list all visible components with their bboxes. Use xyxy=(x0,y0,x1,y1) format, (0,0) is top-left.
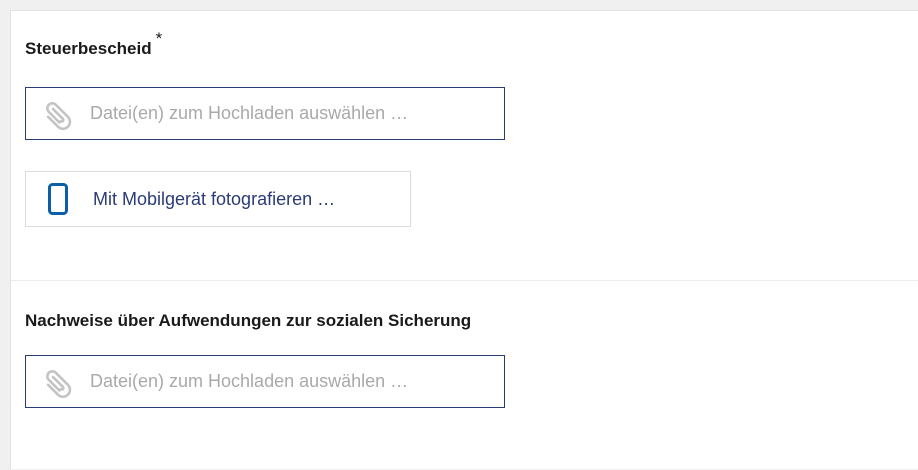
field-label-text: Steuerbescheid xyxy=(25,39,152,58)
upload-placeholder: Datei(en) zum Hochladen auswählen … xyxy=(90,103,409,123)
paperclip-icon xyxy=(38,362,78,402)
upload-form-card: Steuerbescheid* Datei(en) zum Hochladen … xyxy=(10,10,918,469)
field-nachweise: Nachweise über Aufwendungen zur sozialen… xyxy=(11,281,918,470)
field-steuerbescheid: Steuerbescheid* Datei(en) zum Hochladen … xyxy=(11,11,918,281)
upload-placeholder: Datei(en) zum Hochladen auswählen … xyxy=(90,371,409,391)
paperclip-icon xyxy=(38,94,78,134)
mobile-photo-button[interactable]: Mit Mobilgerät fotografieren … xyxy=(25,171,411,227)
smartphone-icon xyxy=(46,182,70,216)
mobile-photo-label: Mit Mobilgerät fotografieren … xyxy=(93,188,336,209)
field-label: Nachweise über Aufwendungen zur sozialen… xyxy=(25,311,471,331)
field-label: Steuerbescheid* xyxy=(25,29,162,59)
file-upload-button[interactable]: Datei(en) zum Hochladen auswählen … xyxy=(25,87,505,140)
required-marker: * xyxy=(155,29,163,48)
file-upload-button[interactable]: Datei(en) zum Hochladen auswählen … xyxy=(25,355,505,408)
field-label-text: Nachweise über Aufwendungen zur sozialen… xyxy=(25,311,472,330)
